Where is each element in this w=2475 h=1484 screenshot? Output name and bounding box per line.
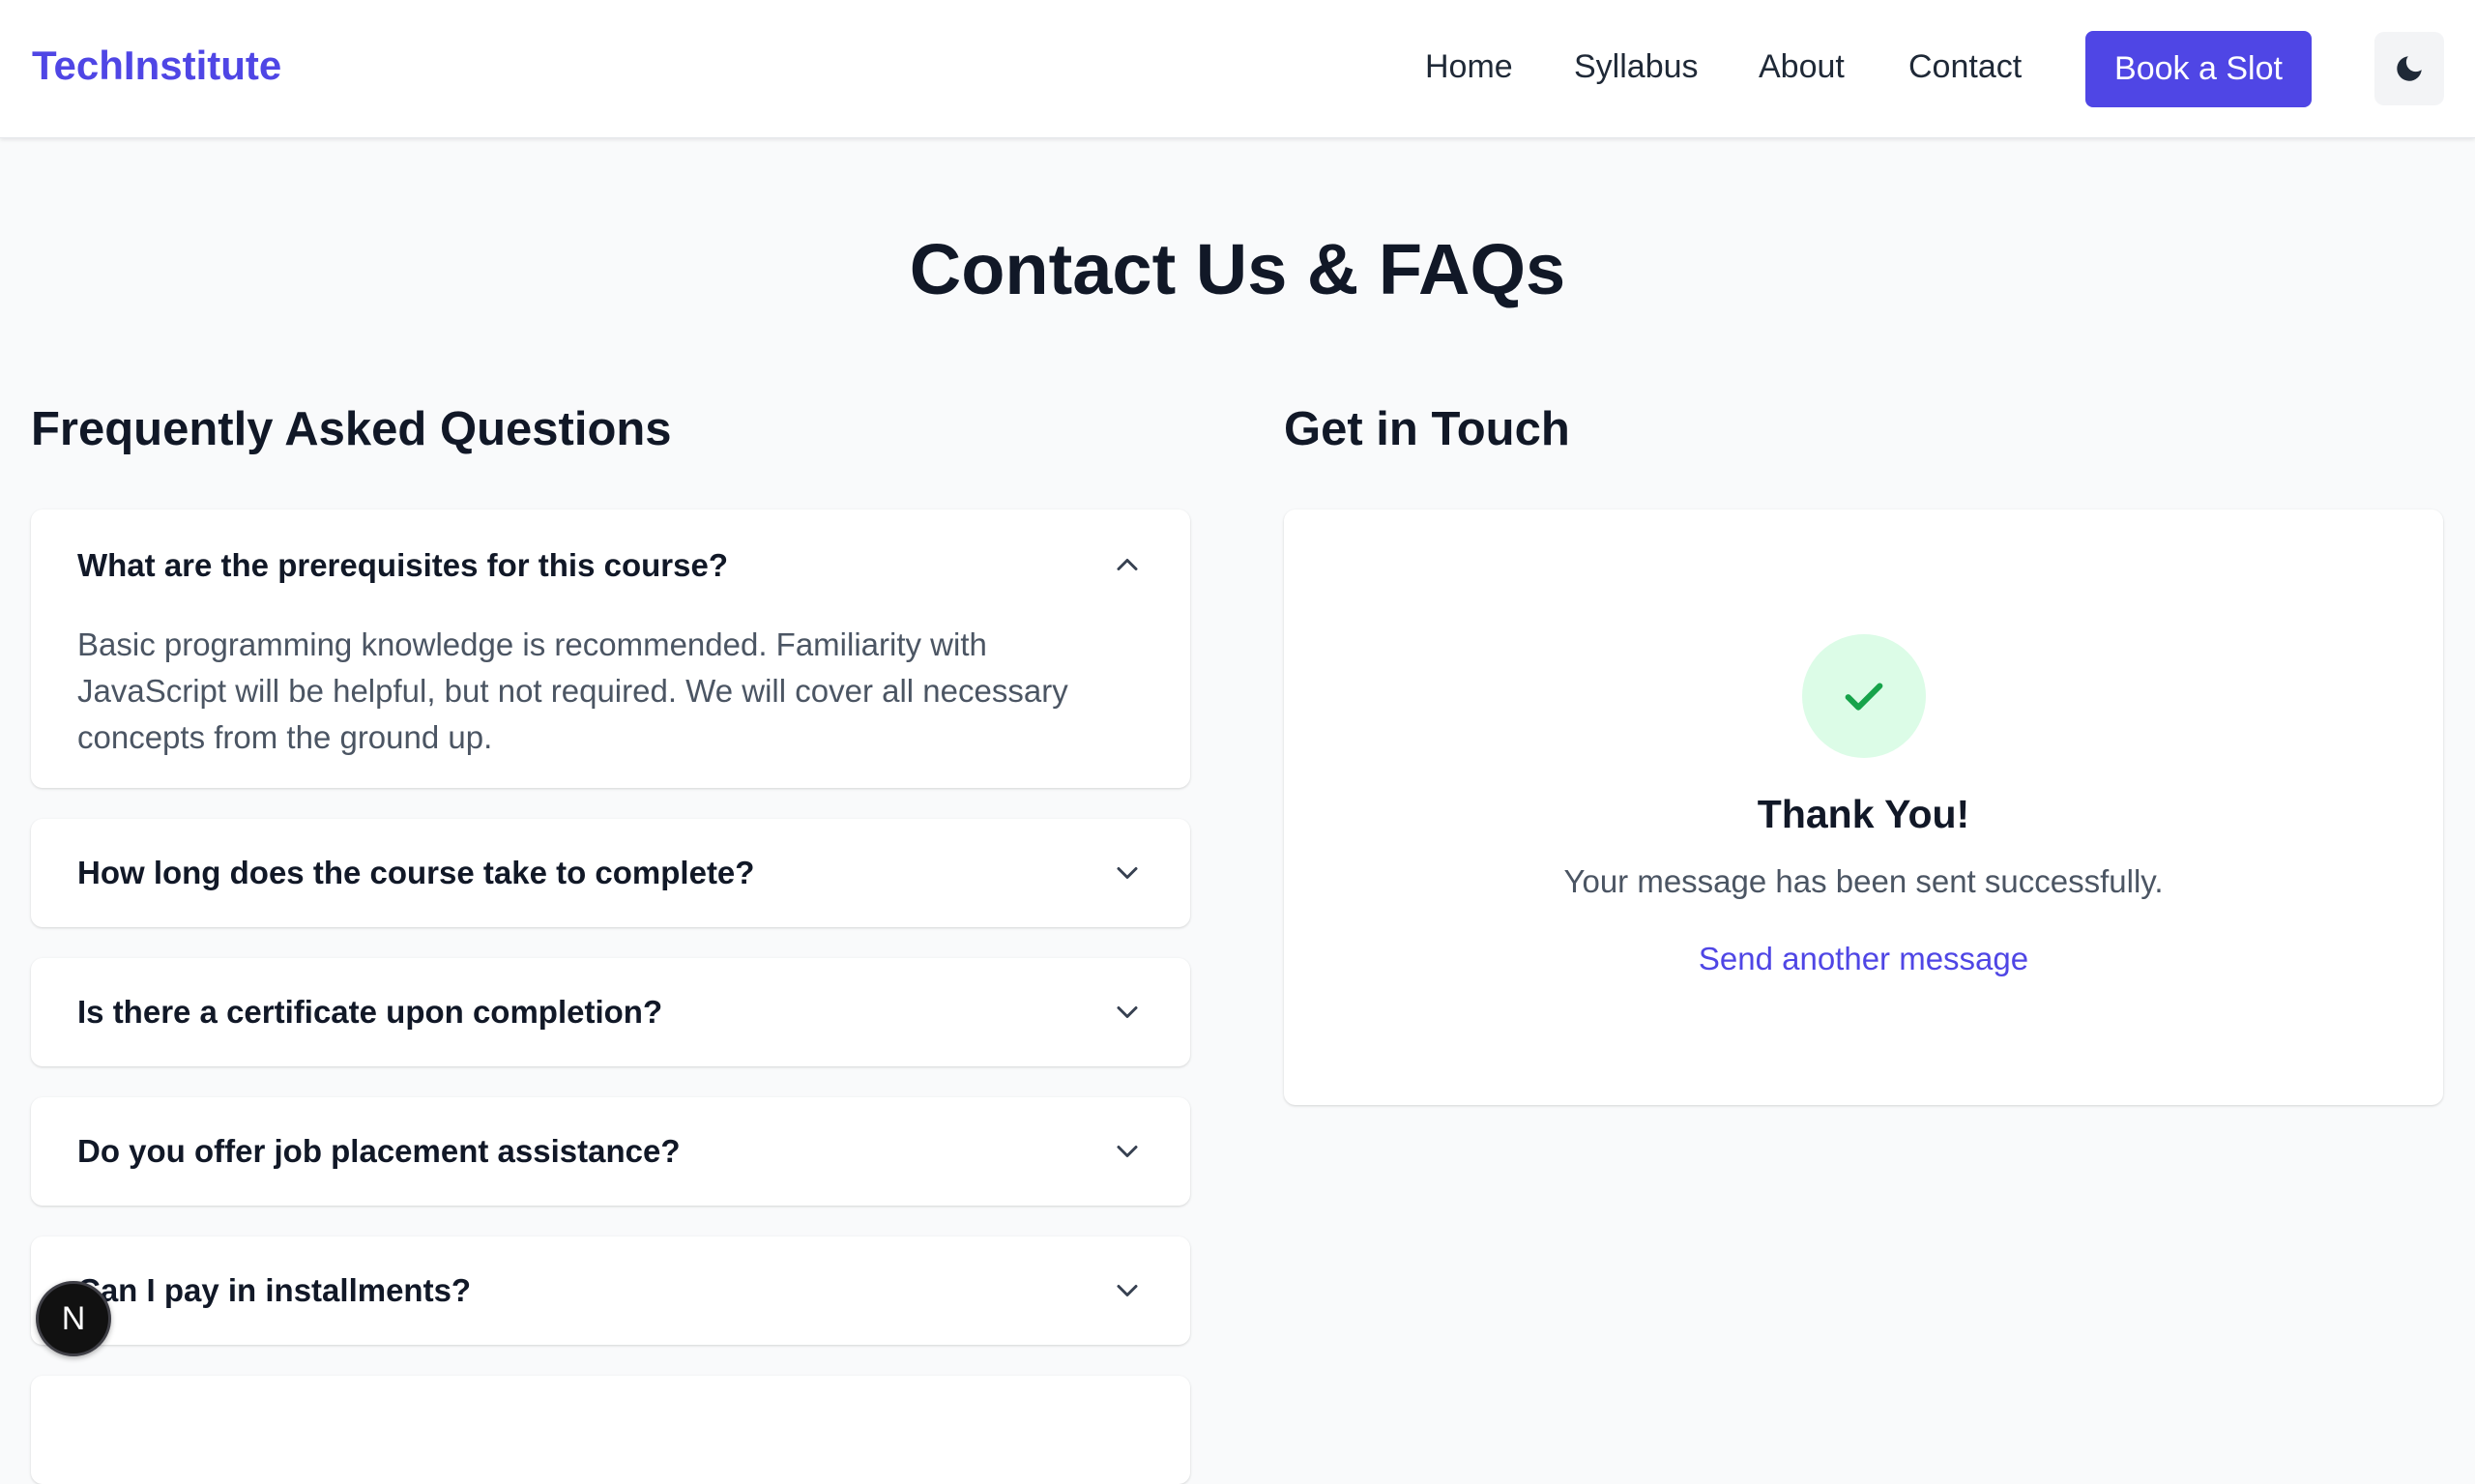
check-icon bbox=[1845, 683, 1883, 711]
send-another-message-button[interactable]: Send another message bbox=[1699, 941, 2028, 976]
chevron-up-icon[interactable] bbox=[1110, 547, 1145, 582]
chevron-down-icon[interactable] bbox=[1110, 995, 1145, 1030]
moon-icon bbox=[2397, 56, 2422, 81]
navbar: TechInstitute Home Syllabus About Contac… bbox=[0, 0, 2475, 138]
send-another-message-link: Send another message bbox=[1284, 941, 2443, 977]
nav-link-about[interactable]: About bbox=[1759, 48, 1845, 86]
chevron-down-icon[interactable] bbox=[1110, 1273, 1145, 1308]
faq-item[interactable]: How long does the course take to complet… bbox=[31, 819, 1190, 927]
faq-question[interactable]: What are the prerequisites for this cour… bbox=[77, 547, 728, 584]
faq-item-expanded: What are the prerequisites for this cour… bbox=[31, 509, 1190, 788]
faq-item[interactable]: Can I pay in installments? bbox=[31, 1237, 1190, 1345]
page-title: Contact Us & FAQs bbox=[909, 229, 1566, 309]
faq-question[interactable]: How long does the course take to complet… bbox=[77, 855, 754, 891]
success-title: Thank You! bbox=[1757, 792, 1970, 836]
chevron-down-icon[interactable] bbox=[1110, 1134, 1145, 1169]
nav-link-home[interactable]: Home bbox=[1425, 48, 1513, 86]
success-badge bbox=[1802, 634, 1926, 758]
faq-item[interactable]: Do you offer job placement assistance? bbox=[31, 1097, 1190, 1206]
book-slot-button[interactable]: Book a Slot bbox=[2085, 31, 2312, 107]
success-message: Your message has been sent successfully. bbox=[1563, 863, 2164, 899]
faq-question[interactable]: Do you offer job placement assistance? bbox=[77, 1133, 681, 1170]
faq-question[interactable]: Can I pay in installments? bbox=[77, 1272, 471, 1309]
faq-heading: Frequently Asked Questions bbox=[31, 403, 672, 455]
chevron-down-icon[interactable] bbox=[1110, 856, 1145, 890]
faq-item[interactable]: Is there a certificate upon completion? bbox=[31, 958, 1190, 1066]
nav-link-syllabus[interactable]: Syllabus bbox=[1574, 48, 1699, 86]
contact-success-card: Thank You! Your message has been sent su… bbox=[1284, 509, 2443, 1105]
faq-answer: Basic programming knowledge is recommend… bbox=[77, 626, 1068, 755]
contact-heading: Get in Touch bbox=[1284, 403, 1570, 455]
faq-question[interactable]: Is there a certificate upon completion? bbox=[77, 994, 662, 1031]
brand-logo[interactable]: TechInstitute bbox=[32, 43, 281, 89]
dev-tools-badge[interactable]: N bbox=[36, 1281, 111, 1356]
nav-link-contact[interactable]: Contact bbox=[1908, 48, 2022, 86]
theme-toggle-button[interactable] bbox=[2374, 32, 2444, 105]
